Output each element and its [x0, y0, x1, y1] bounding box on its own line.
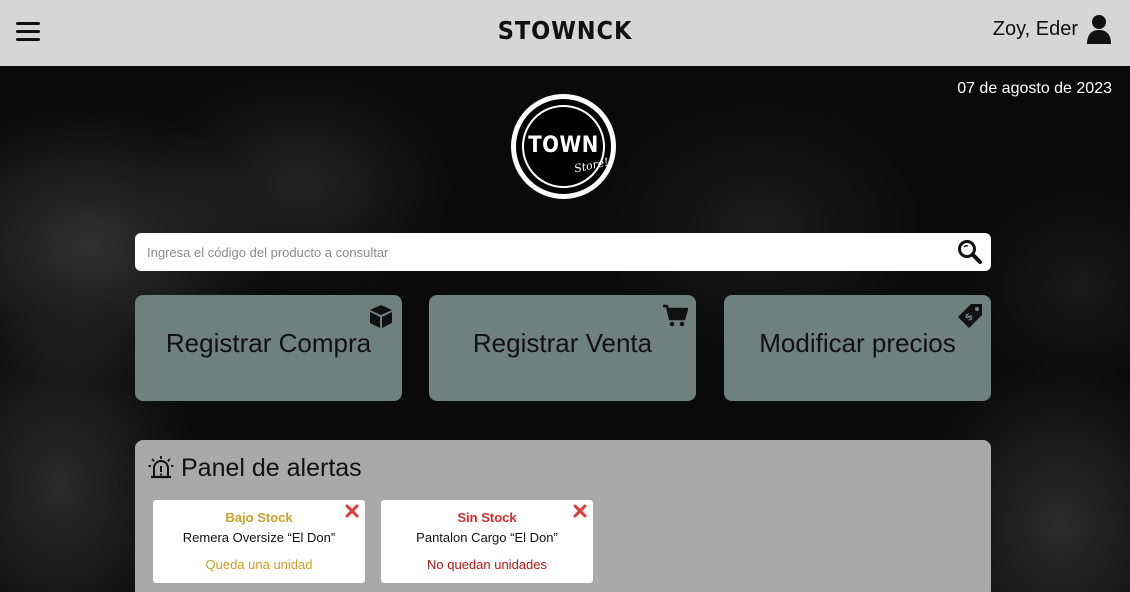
- register-purchase-button[interactable]: Registrar Compra: [135, 295, 402, 401]
- alert-product: Remera Oversize “El Don”: [182, 530, 336, 545]
- register-sale-button[interactable]: Registrar Venta: [429, 295, 696, 401]
- alarm-siren-icon: [148, 456, 174, 479]
- alerts-panel: Panel de alertas Bajo Stock Remera Overs…: [135, 440, 991, 592]
- search-icon[interactable]: [957, 239, 983, 265]
- alert-status: Queda una unidad: [205, 557, 313, 572]
- top-bar: STOWNCK Zoy, Eder: [0, 0, 1130, 66]
- box-icon: [370, 305, 392, 328]
- alert-title: Bajo Stock: [225, 510, 293, 525]
- current-date: 07 de agosto de 2023: [957, 80, 1112, 97]
- price-tag-icon: $: [958, 304, 982, 328]
- logo-store-text: Store!: [573, 155, 610, 176]
- user-name: Zoy, Eder: [992, 17, 1078, 40]
- app-brand: STOWNCK: [497, 16, 633, 45]
- action-buttons: Registrar Compra Registrar Venta $ Modif…: [135, 295, 991, 401]
- alert-status: No quedan unidades: [427, 557, 547, 572]
- user-icon: [1087, 15, 1111, 44]
- store-logo: TOWN Store!: [511, 94, 616, 199]
- cart-icon: [663, 304, 688, 327]
- user-menu[interactable]: Zoy, Eder: [993, 14, 1112, 44]
- modify-prices-label: Modificar precios: [759, 328, 956, 358]
- hamburger-menu-icon[interactable]: [16, 22, 40, 42]
- logo-town-text: TOWN: [528, 133, 599, 158]
- alert-product: Pantalon Cargo “El Don”: [416, 530, 558, 545]
- modify-prices-button[interactable]: $ Modificar precios: [724, 295, 991, 401]
- search-input[interactable]: [147, 233, 947, 271]
- alert-card-low-stock: Bajo Stock Remera Oversize “El Don” Qued…: [153, 500, 365, 583]
- search-bar: [135, 233, 991, 271]
- alert-title: Sin Stock: [457, 510, 517, 525]
- register-sale-label: Registrar Venta: [472, 328, 653, 358]
- register-purchase-label: Registrar Compra: [165, 328, 372, 358]
- alert-card-no-stock: Sin Stock Pantalon Cargo “El Don” No que…: [381, 500, 593, 583]
- alerts-panel-title: Panel de alertas: [181, 454, 362, 482]
